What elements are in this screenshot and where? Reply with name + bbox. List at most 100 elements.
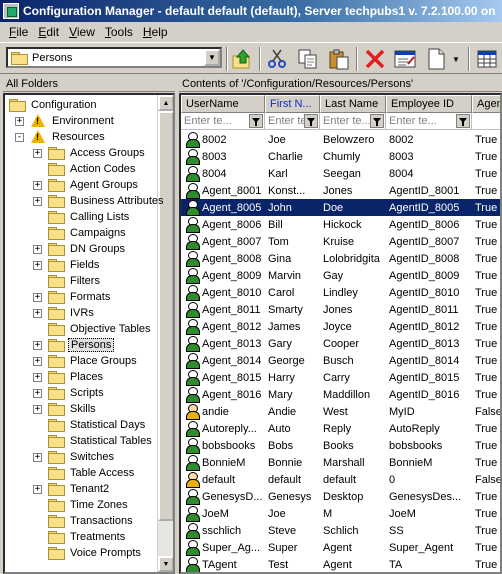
properties-button[interactable] [392,46,418,72]
tree-item-environment[interactable]: + Environment [15,113,116,129]
table-row[interactable]: andie Andie West MyID False [181,403,500,420]
expand-icon[interactable]: + [33,148,42,158]
filter-icon[interactable] [304,114,318,128]
up-folder-button[interactable] [230,46,256,72]
folder-tree[interactable]: ▲ ▼ Configuration + Environment - Resources +… [3,93,175,574]
tree-item-objective-tables[interactable]: Objective Tables [33,321,153,337]
table-row[interactable]: BonnieM Bonnie Marshall BonnieM True [181,454,500,471]
tree-item-time-zones[interactable]: Time Zones [33,497,130,513]
expand-icon[interactable]: + [33,372,42,382]
paste-button[interactable] [326,46,352,72]
column-header-employee-id[interactable]: Employee ID [386,95,472,113]
title-bar[interactable]: Configuration Manager - default default … [0,0,502,22]
scroll-up-arrow-icon[interactable]: ▲ [158,95,173,111]
expand-icon[interactable]: + [33,452,42,462]
expand-icon[interactable]: + [33,292,42,302]
filter-icon[interactable] [370,114,384,128]
expand-icon[interactable]: + [33,484,42,494]
folder-combo[interactable]: Persons ▼ [6,47,222,68]
delete-button[interactable] [362,46,388,72]
tree-item-scripts[interactable]: + Scripts [33,385,106,401]
filter-icon[interactable] [456,114,470,128]
menu-tools[interactable]: Tools [100,25,138,39]
table-row[interactable]: Agent_8008 Gina Lolobridgita AgentID_8008 Tr… [181,250,500,267]
table-row[interactable]: Super_Ag... Super Agent Super_Agent True [181,539,500,556]
tree-item-transactions[interactable]: Transactions [33,513,135,529]
column-filter-input[interactable]: Enter te... [386,113,472,130]
expand-icon[interactable]: + [33,244,42,254]
tree-item-filters[interactable]: Filters [33,273,102,289]
filter-icon[interactable] [249,114,263,128]
table-row[interactable]: bobsbooks Bobs Books bobsbooks True [181,437,500,454]
column-header-agen[interactable]: Agen [472,95,500,113]
table-row[interactable]: Agent_8011 Smarty Jones AgentID_8011 True [181,301,500,318]
expand-icon[interactable]: + [33,180,42,190]
expand-icon[interactable]: + [33,340,42,350]
tree-item-fields[interactable]: + Fields [33,257,101,273]
tree-item-configuration[interactable]: Configuration [9,97,98,113]
tree-item-ivrs[interactable]: + IVRs [33,305,96,321]
menu-help[interactable]: Help [138,25,173,39]
chevron-down-icon[interactable]: ▼ [204,49,220,66]
tree-item-treatments[interactable]: Treatments [33,529,127,545]
tree-item-business-attributes[interactable]: + Business Attributes [33,193,166,209]
collapse-icon[interactable]: - [15,132,24,142]
cut-button[interactable] [264,46,290,72]
expand-icon[interactable]: + [33,308,42,318]
table-row[interactable]: default default default 0 False [181,471,500,488]
new-object-dropdown[interactable]: ▼ [449,46,463,72]
table-row[interactable]: 8004 Karl Seegan 8004 True [181,165,500,182]
tree-item-statistical-days[interactable]: Statistical Days [33,417,147,433]
menu-view[interactable]: View [64,25,100,39]
table-row[interactable]: sschlich Steve Schlich SS True [181,522,500,539]
scrollbar-thumb[interactable] [158,111,173,521]
table-row[interactable]: JoeM Joe M JoeM True [181,505,500,522]
expand-icon[interactable]: + [33,356,42,366]
table-row[interactable]: Agent_8007 Tom Kruise AgentID_8007 True [181,233,500,250]
expand-icon[interactable]: + [33,404,42,414]
tree-item-statistical-tables[interactable]: Statistical Tables [33,433,154,449]
expand-icon[interactable]: + [33,260,42,270]
table-row[interactable]: Agent_8005 John Doe AgentID_8005 True [181,199,500,216]
new-object-button[interactable] [423,46,449,72]
persons-grid[interactable]: UserName First N... Last Name Employee ID Ag… [179,93,502,574]
tree-item-table-access[interactable]: Table Access [33,465,136,481]
table-row[interactable]: Autoreply... Auto Reply AutoReply True [181,420,500,437]
column-filter-input[interactable]: Enter te... [181,113,265,130]
table-row[interactable]: TAgent Test Agent TA True [181,556,500,572]
menu-file[interactable]: File [4,25,33,39]
tree-item-agent-groups[interactable]: + Agent Groups [33,177,140,193]
grid-view-button[interactable] [474,46,500,72]
tree-item-place-groups[interactable]: + Place Groups [33,353,139,369]
tree-scrollbar[interactable]: ▲ ▼ [157,95,173,572]
column-filter-input[interactable] [472,113,500,130]
table-row[interactable]: 8002 Joe Belowzero 8002 True [181,131,500,148]
tree-item-places[interactable]: + Places [33,369,105,385]
table-row[interactable]: Agent_8016 Mary Maddillon AgentID_8016 True [181,386,500,403]
table-row[interactable]: Agent_8009 Marvin Gay AgentID_8009 True [181,267,500,284]
table-row[interactable]: Agent_8013 Gary Cooper AgentID_8013 True [181,335,500,352]
tree-item-voice-prompts[interactable]: Voice Prompts [33,545,143,561]
table-row[interactable]: Agent_8001 Konst... Jones AgentID_8001 True [181,182,500,199]
tree-item-formats[interactable]: + Formats [33,289,112,305]
tree-item-access-groups[interactable]: + Access Groups [33,145,147,161]
table-row[interactable]: Agent_8010 Carol Lindley AgentID_8010 True [181,284,500,301]
tree-item-campaigns[interactable]: Campaigns [33,225,128,241]
menu-edit[interactable]: Edit [33,25,64,39]
tree-item-action-codes[interactable]: Action Codes [33,161,137,177]
table-row[interactable]: Agent_8012 James Joyce AgentID_8012 True [181,318,500,335]
expand-icon[interactable]: + [15,116,24,126]
table-row[interactable]: Agent_8015 Harry Carry AgentID_8015 True [181,369,500,386]
expand-icon[interactable]: + [33,388,42,398]
expand-icon[interactable]: + [33,196,42,206]
table-row[interactable]: Agent_8006 Bill Hickock AgentID_8006 True [181,216,500,233]
column-filter-input[interactable]: Enter te... [265,113,320,130]
tree-item-dn-groups[interactable]: + DN Groups [33,241,127,257]
copy-button[interactable] [295,46,321,72]
column-header-last-name[interactable]: Last Name [320,95,386,113]
table-row[interactable]: GenesysD... Genesys Desktop GenesysDes... Tr… [181,488,500,505]
tree-item-calling-lists[interactable]: Calling Lists [33,209,131,225]
column-filter-input[interactable]: Enter te... [320,113,386,130]
table-row[interactable]: Agent_8014 George Busch AgentID_8014 True [181,352,500,369]
tree-item-resources[interactable]: - Resources [15,129,107,145]
